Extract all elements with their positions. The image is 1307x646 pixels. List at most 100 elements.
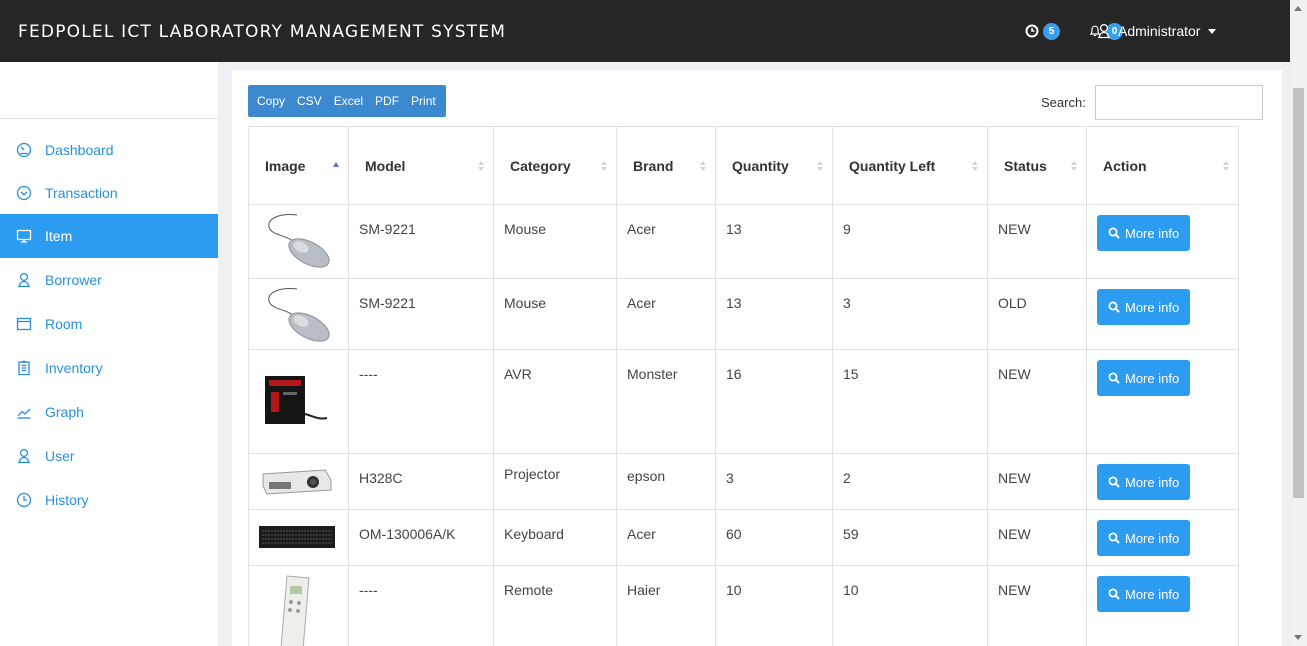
search-icon [1108,476,1120,488]
sidebar-item-item[interactable]: Item [0,214,218,258]
copy-button[interactable]: Copy [248,85,291,117]
sidebar-item-room[interactable]: Room [0,302,218,346]
status-cell: NEW [987,453,1087,510]
col-header-quantity-left[interactable]: Quantity Left [832,126,988,205]
sidebar-item-borrower[interactable]: Borrower [0,258,218,302]
status-cell: NEW [987,349,1087,454]
col-header-model[interactable]: Model [348,126,494,205]
top-navbar: FEDPOLEL ICT LABORATORY MANAGEMENT SYSTE… [0,0,1290,62]
brand-cell: epson [616,453,716,510]
sidebar-item-label: History [45,492,89,508]
user-menu[interactable]: Administrator [1096,19,1217,43]
sort-icon [601,161,607,173]
search-label: Search: [1041,95,1086,110]
quantity-cell: 10 [715,565,833,646]
col-header-image[interactable]: Image [248,126,349,205]
item-image-cell [248,453,349,510]
model-cell: SM-9221 [348,278,494,350]
sort-icon [1223,161,1229,173]
quantity-cell: 3 [715,453,833,510]
table-row: OM-130006A/K Keyboard Acer 60 59 NEW Mor… [248,509,1239,566]
table-row: ---- AVR Monster 16 15 NEW More info [248,349,1239,454]
mouse-image [268,288,330,342]
excel-button[interactable]: Excel [328,85,369,117]
item-image-cell [248,509,349,566]
quantity-cell: 13 [715,278,833,350]
col-header-quantity[interactable]: Quantity [715,126,833,205]
scroll-down-icon[interactable] [1294,635,1302,640]
csv-button[interactable]: CSV [291,85,328,117]
category-cell: Mouse [493,278,617,350]
brand-cell: Monster [616,349,716,454]
more-info-button[interactable]: More info [1097,576,1191,612]
clock-icon [16,492,32,508]
print-button[interactable]: Print [405,85,446,117]
sidebar-item-user[interactable]: User [0,434,218,478]
user-menu-label: Administrator [1118,23,1201,39]
action-cell: More info [1086,349,1239,454]
col-header-brand[interactable]: Brand [616,126,716,205]
action-cell: More info [1086,278,1239,350]
clock-badge: 5 [1043,22,1060,40]
sidebar-item-label: User [45,448,75,464]
sidebar-item-label: Transaction [45,185,118,201]
sidebar-item-label: Inventory [45,360,103,376]
model-cell: ---- [348,349,494,454]
caret-down-icon [1208,28,1217,34]
items-panel: Copy CSV Excel PDF Print Search: Image M… [232,70,1282,646]
category-cell: Projector [493,453,617,510]
scroll-up-icon[interactable] [1294,6,1302,11]
table-row: SM-9221 Mouse Acer 13 9 NEW More info [248,204,1239,279]
sidebar-item-label: Room [45,316,83,332]
vertical-scrollbar[interactable] [1290,0,1307,646]
sort-icon [817,161,823,173]
quantity-left-cell: 3 [832,278,988,350]
sidebar-item-graph[interactable]: Graph [0,390,218,434]
status-cell: NEW [987,509,1087,566]
sort-asc-icon [333,161,339,173]
category-cell: Remote [493,565,617,646]
chart-icon [17,408,31,419]
item-image-cell [248,204,349,279]
sort-icon [700,161,706,173]
items-table: Image Model Category Brand Quantity Quan… [248,126,1239,646]
mouse-image [268,214,330,268]
brand-cell: Haier [616,565,716,646]
model-cell: SM-9221 [348,204,494,279]
export-button-group: Copy CSV Excel PDF Print [248,85,446,117]
quantity-left-cell: 15 [832,349,988,454]
quantity-left-cell: 9 [832,204,988,279]
sidebar-item-history[interactable]: History [0,478,218,522]
status-cell: OLD [987,278,1087,350]
quantity-cell: 13 [715,204,833,279]
brand-cell: Acer [616,204,716,279]
more-info-button[interactable]: More info [1097,215,1191,251]
table-row: H328C Projector epson 3 2 NEW More info [248,453,1239,510]
status-cell: NEW [987,204,1087,279]
col-header-action[interactable]: Action [1086,126,1239,205]
search-input[interactable] [1095,85,1263,120]
more-info-button[interactable]: More info [1097,464,1191,500]
brand-cell: Acer [616,278,716,350]
sidebar-item-inventory[interactable]: Inventory [0,346,218,390]
col-header-category[interactable]: Category [493,126,617,205]
sidebar-item-dashboard[interactable]: Dashboard [0,128,218,172]
more-info-button[interactable]: More info [1097,360,1191,396]
table-row: ---- Remote Haier 10 10 NEW More info [248,565,1239,646]
more-info-button[interactable]: More info [1097,289,1191,325]
brand-cell: Acer [616,509,716,566]
clock-notifications[interactable]: 5 [1025,19,1060,43]
search-icon [1108,532,1120,544]
quantity-left-cell: 2 [832,453,988,510]
quantity-cell: 60 [715,509,833,566]
pdf-button[interactable]: PDF [369,85,405,117]
avr-image [265,376,328,424]
model-cell: OM-130006A/K [348,509,494,566]
item-image-cell [248,565,349,646]
more-info-button[interactable]: More info [1097,520,1191,556]
sidebar-item-transaction[interactable]: Transaction [0,171,218,215]
user-icon [1098,23,1110,39]
model-cell: H328C [348,453,494,510]
col-header-status[interactable]: Status [987,126,1087,205]
scrollbar-thumb[interactable] [1293,88,1304,498]
